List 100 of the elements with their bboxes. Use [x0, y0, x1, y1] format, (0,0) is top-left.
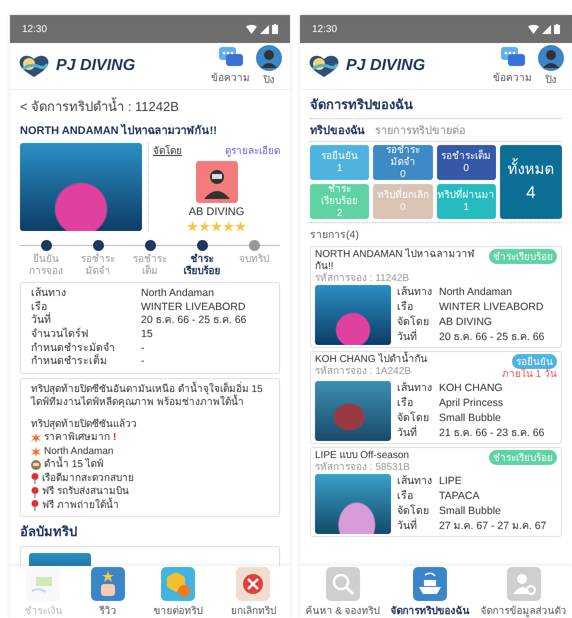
- header-link[interactable]: ข้อความ: [211, 47, 250, 85]
- detail-value: 20 ธ.ค. 66 - 25 ธ.ค. 66: [141, 314, 248, 328]
- review-icon: [90, 566, 125, 600]
- trip-title: LIPE แบบ Off-season: [315, 450, 410, 462]
- logo-icon: [308, 54, 340, 78]
- detail-value: TAPACA: [439, 489, 480, 504]
- nav-button[interactable]: จัดการทริปของฉัน: [390, 566, 470, 618]
- organizer-label: จัดโดย: [153, 144, 182, 158]
- detail-value: North Andaman: [141, 287, 215, 301]
- star-icon: [211, 221, 222, 232]
- detail-label: กำหนดชำระเต็ม: [31, 355, 108, 369]
- step-label: รอชำระ เต็ม: [133, 254, 167, 278]
- highlight-text: ราคาพิเศษมาก: [44, 431, 110, 445]
- page-title: จัดการทริปของฉัน: [310, 96, 414, 114]
- highlight-text: เรือดีมากสะดวกสบาย: [42, 472, 134, 486]
- booking-code: รหัสการจอง : 11242B: [315, 273, 410, 284]
- signal-icon: [260, 24, 269, 34]
- wifi-icon: [246, 24, 257, 34]
- tab[interactable]: ทริปของฉัน: [310, 121, 365, 139]
- chat-icon: [500, 47, 524, 69]
- alert-mark: !: [113, 431, 116, 445]
- page-title: < จัดการทริปดำน้ำ : 11242B: [20, 96, 180, 116]
- step-label: รอชำระ มัดจำ: [81, 254, 115, 278]
- tab[interactable]: รายการทริปขายต่อ: [375, 121, 466, 139]
- pin-icon: [31, 486, 39, 498]
- status-badge: ชำระเรียบร้อย: [489, 249, 557, 264]
- chat-icon: [218, 47, 242, 69]
- total-tile[interactable]: ทั้งหมด 4: [500, 145, 562, 219]
- star-icon: [223, 221, 234, 232]
- status-tile[interactable]: รอชำระเต็ม 0: [436, 145, 496, 180]
- detail-label: เส้นทาง: [397, 285, 433, 300]
- pin-icon: [31, 500, 39, 512]
- action-button[interactable]: รีวิว: [90, 566, 125, 618]
- brand-name: PJ DIVING: [56, 57, 136, 75]
- burst-icon: [31, 446, 41, 457]
- detail-label: เส้นทาง: [397, 474, 433, 489]
- detail-label: วันที่: [397, 519, 418, 534]
- highlight-text: ดำน้ำ 15 ไดฟ์: [44, 458, 104, 472]
- header-link[interactable]: ปิง: [538, 45, 564, 87]
- nav-button[interactable]: จัดการข้อมูลส่วนตัว: [480, 566, 567, 618]
- highlight-text: ฟรี รถรับส่งสนามบิน: [42, 485, 129, 498]
- detail-value: 21 ธ.ค. 66 - 23 ธ.ค. 66: [439, 426, 544, 441]
- detail-label: เรือ: [397, 396, 414, 411]
- star-icon: [199, 221, 210, 232]
- detail-label: เส้นทาง: [397, 381, 433, 396]
- booking-code: รหัสการจอง : 1A242B: [315, 366, 412, 377]
- detail-value: KOH CHANG: [439, 381, 504, 396]
- wifi-icon: [528, 24, 539, 34]
- battery-icon: [554, 24, 560, 34]
- star-icon: [187, 221, 198, 232]
- detail-label: วันที่: [397, 330, 418, 345]
- header-link[interactable]: ข้อความ: [493, 47, 532, 85]
- highlight-text: North Andaman: [44, 444, 114, 457]
- detail-value: WINTER LIVEABORD: [439, 300, 544, 315]
- trip-card[interactable]: NORTH ANDAMAN ไปหาฉลามวาฬกัน!! รหัสการจอง : 11242B ชำระเรียบร้อย เส้นทาง North Andaman เรือ WINTER LIVEABORD จัดโดย AB DIVING วันที่ 20 ธ.ค. 66 - 25 ธ.ค. 66: [310, 246, 562, 348]
- trip-card[interactable]: LIPE แบบ Off-season รหัสการจอง : 58531B ชำระเรียบร้อย เส้นทาง LIPE เรือ TAPACA จัดโดย Small Bubble วันที่ 27 ม.ค. 67 - 27 ม.ค. 67: [310, 447, 562, 537]
- detail-value: 20 ธ.ค. 66 - 25 ธ.ค. 66: [439, 330, 544, 345]
- album-title: อัลบัมทริป: [20, 523, 78, 542]
- deadline-note: ภายใน 1 วัน: [502, 369, 557, 380]
- list-count: รายการ(4): [310, 222, 562, 243]
- details-link[interactable]: ดูรายละเอียด: [225, 143, 280, 158]
- star-icon: [235, 221, 246, 232]
- detail-label: วันที่: [397, 426, 418, 441]
- pin-icon: [31, 473, 39, 484]
- detail-value: 15: [141, 328, 154, 342]
- status-time: 12:30: [22, 24, 48, 34]
- trip-title: KOH CHANG ไปดำน้ำกัน: [315, 354, 500, 366]
- status-badge: รอยืนยัน: [512, 354, 557, 369]
- brand-name: PJ DIVING: [346, 57, 426, 75]
- detail-label: จัดโดย: [397, 315, 430, 329]
- step-label: ยืนยัน การจอง: [29, 254, 63, 278]
- avatar-icon: [256, 45, 282, 71]
- trip-card[interactable]: KOH CHANG ไปดำน้ำกัน รหัสการจอง : 1A242B รอยืนยัน ภายใน 1 วัน เส้นทาง KOH CHANG เรือ April Princess จัดโดย Small Bubble วันที่ 21 ธ.ค. 66 - 23 ธ.ค. 66: [310, 351, 562, 444]
- status-tile[interactable]: รอชำระมัดจำ 0: [373, 145, 433, 180]
- detail-value: Small Bubble: [439, 504, 502, 519]
- nav-button[interactable]: ค้นหา & จองทริป: [305, 566, 380, 618]
- description-text: ทริปสุดท้ายปิดซีซันอันดามันเหนือ ดำน้ำจุใจเต็มอิ่ม 15 ไดฟ์ทีมงานไดฟ์หลีดคุณภาพ พร้อมช่างภาพใต้น้ำ: [31, 382, 264, 410]
- signal-icon: [542, 24, 551, 34]
- detail-label: จัดโดย: [397, 504, 430, 518]
- detail-label: เรือ: [397, 489, 414, 504]
- detail-value: LIPE: [439, 474, 463, 489]
- highlight-text: ฟรี ภาพถ่ายใต้น้ำ: [42, 498, 119, 512]
- status-time: 12:30: [312, 24, 338, 34]
- pay-icon: [26, 566, 60, 600]
- detail-value: WINTER LIVEABORD: [141, 300, 246, 314]
- burst-icon: [31, 433, 41, 444]
- detail-label: จำนวนไดร์ฟ: [31, 328, 89, 342]
- detail-label: เรือ: [31, 300, 47, 313]
- booking-code: รหัสการจอง : 58531B: [315, 462, 411, 473]
- trip-title: NORTH ANDAMAN ไปหาฉลามวาฬกัน!!: [315, 249, 476, 273]
- organizer-name: AB DIVING: [188, 206, 244, 218]
- diver-avatar-icon: [196, 161, 238, 203]
- trip-name: NORTH ANDAMAN ไปหาฉลามวาฬกัน!!: [20, 122, 218, 139]
- detail-value: AB DIVING: [439, 315, 494, 330]
- header-link[interactable]: ปิง: [256, 45, 282, 87]
- detail-label: เรือ: [397, 300, 414, 315]
- detail-value: -: [141, 355, 146, 369]
- action-button[interactable]: ขายต่อทริป: [153, 566, 202, 618]
- action-button[interactable]: ยกเลิกทริป: [230, 566, 276, 618]
- logo-icon: [18, 54, 50, 78]
